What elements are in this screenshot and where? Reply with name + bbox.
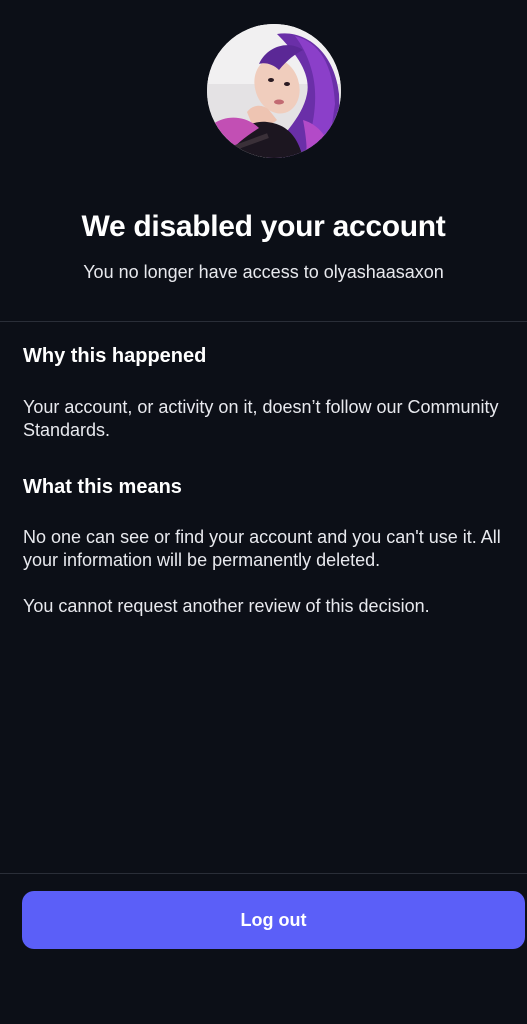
disabled-account-screen: We disabled your account You no longer h… — [0, 0, 527, 1024]
header-divider — [0, 321, 527, 322]
page-subtitle: You no longer have access to olyashaasax… — [83, 262, 444, 282]
footer-divider — [0, 873, 527, 874]
why-section-body: Your account, or activity on it, doesn’t… — [23, 397, 499, 440]
logout-button[interactable]: Log out — [22, 891, 525, 949]
why-section-title: Why this happened — [23, 345, 207, 367]
review-note: You cannot request another review of thi… — [23, 596, 430, 616]
page-title: We disabled your account — [81, 210, 446, 243]
profile-photo — [207, 24, 341, 158]
profile-avatar — [207, 24, 341, 158]
means-section-body: No one can see or find your account and … — [23, 527, 501, 570]
means-section-title: What this means — [23, 476, 182, 498]
